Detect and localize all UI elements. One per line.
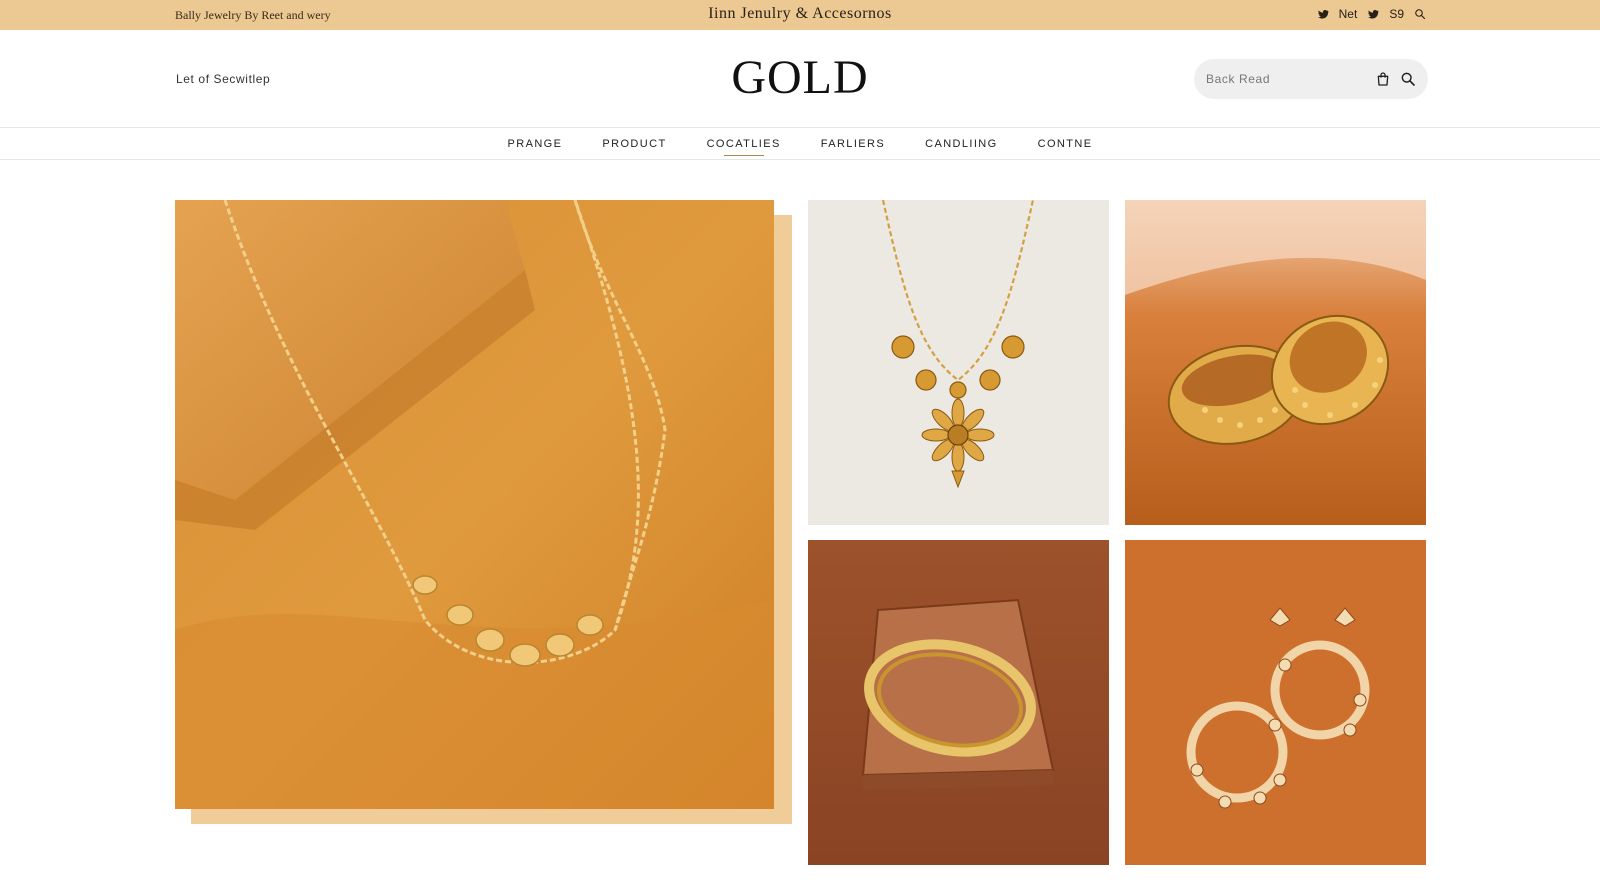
search-input[interactable] — [1206, 69, 1366, 89]
announcement-left-text: Bally Jewelry By Reet and wery — [175, 8, 331, 22]
nav-item-prange[interactable]: PRANGE — [488, 138, 583, 150]
shopping-bag-icon[interactable] — [1375, 71, 1391, 87]
nav-item-product[interactable]: PRODUCT — [582, 138, 686, 150]
social-link-net[interactable]: Net — [1339, 7, 1358, 21]
twitter-icon[interactable] — [1367, 8, 1380, 20]
nav-item-candliing[interactable]: CANDLIING — [905, 138, 1018, 150]
nav-item-contne[interactable]: CONTNE — [1018, 138, 1113, 150]
nav-item-farliers[interactable]: FARLIERS — [801, 138, 905, 150]
header-tagline[interactable]: Let of Secwitlep — [176, 72, 270, 86]
social-links: Net S9 — [1317, 7, 1426, 21]
hero-necklace-image[interactable] — [175, 200, 774, 809]
pendant-necklace-image[interactable] — [808, 200, 1109, 525]
search-box[interactable] — [1194, 59, 1428, 99]
site-header: Let of Secwitlep GOLD — [0, 30, 1600, 128]
main-navigation: PRANGE PRODUCT COCATLIES FARLIERS CANDLI… — [0, 128, 1600, 160]
bangle-image[interactable] — [808, 540, 1109, 865]
filigree-rings-image[interactable] — [1125, 200, 1426, 525]
product-gallery — [0, 160, 1600, 896]
floral-rings-image[interactable] — [1125, 540, 1426, 865]
twitter-icon[interactable] — [1317, 8, 1329, 20]
search-icon[interactable] — [1400, 71, 1416, 87]
search-icon[interactable] — [1414, 8, 1426, 20]
announcement-bar: Bally Jewelry By Reet and wery Iinn Jenu… — [0, 0, 1600, 30]
social-link-s9[interactable]: S9 — [1389, 7, 1404, 21]
nav-item-cocatlies[interactable]: COCATLIES — [687, 138, 801, 156]
